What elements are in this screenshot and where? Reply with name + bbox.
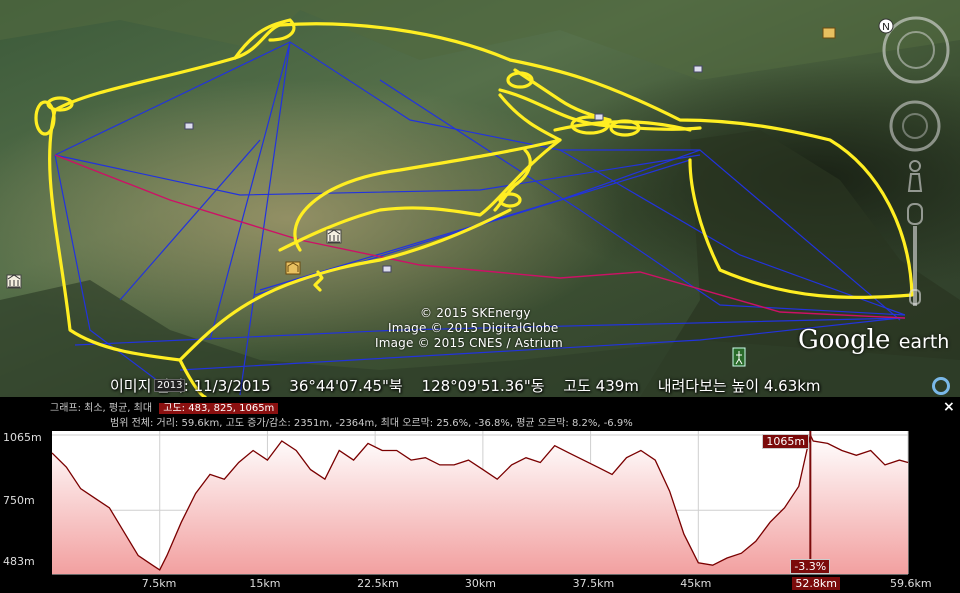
x-tick-label: 15km <box>249 577 281 590</box>
temple-icon[interactable] <box>285 261 301 275</box>
x-tick-label: 45km <box>680 577 712 590</box>
google-earth-logo: Google earth <box>798 325 950 355</box>
y-label-max: 1065m <box>3 431 42 444</box>
y-label-min: 483m <box>3 555 35 568</box>
attribution-digitalglobe: Image © 2015 DigitalGlobe <box>388 321 559 335</box>
street-view-pegman-icon[interactable] <box>907 160 923 192</box>
photo-icon[interactable] <box>382 265 392 273</box>
attribution-skenergy: © 2015 SKEnergy <box>420 306 531 320</box>
map-view[interactable]: N © 2015 SKEnergy Image © 2015 DigitalGl… <box>0 0 960 397</box>
x-tick-label: 7.5km <box>141 577 177 590</box>
museum-icon[interactable] <box>326 229 342 244</box>
marker-elevation-tag: 1065m <box>762 434 810 449</box>
museum-icon-west[interactable] <box>6 274 22 289</box>
photo-icon-ridge[interactable] <box>594 113 604 121</box>
navigation-controls: N <box>878 14 952 314</box>
eye-altitude: 내려다보는 높이 4.63km <box>657 377 821 395</box>
imagery-date: 이미지 날짜: 11/3/2015 <box>110 377 271 395</box>
elevation-profile-panel[interactable]: 그래프: 최소, 평균, 최대 고도: 483, 825, 1065m 범위 전… <box>0 397 960 593</box>
temple-icon-northeast[interactable] <box>822 27 836 39</box>
x-tick-label: 37.5km <box>572 577 615 590</box>
svg-text:N: N <box>882 22 889 33</box>
streaming-indicator-icon <box>932 377 950 395</box>
x-tick-label: 22.5km <box>357 577 399 590</box>
x-tick-label: 52.8km <box>792 577 840 590</box>
attribution-cnes: Image © 2015 CNES / Astrium <box>375 336 563 350</box>
hiker-icon[interactable] <box>732 347 746 367</box>
x-tick-label: 59.6km <box>890 577 932 590</box>
imagery-year-tag: 2013 <box>154 379 186 392</box>
ground-elevation: 고도 439m <box>563 377 639 395</box>
north-compass-icon[interactable]: N <box>878 18 894 34</box>
marker-slope-tag: -3.3% <box>790 559 831 574</box>
y-label-mid: 750m <box>3 494 35 507</box>
look-joystick-icon[interactable] <box>882 16 950 84</box>
x-tick-label: 30km <box>464 577 496 590</box>
latitude: 36°44'07.45"북 <box>289 377 403 395</box>
longitude: 128°09'51.36"동 <box>421 377 545 395</box>
move-joystick-icon[interactable] <box>889 100 941 152</box>
status-bar: 이미지 날짜: 11/3/2015 36°44'07.45"북 128°09'5… <box>110 375 835 396</box>
photo-icon-north[interactable] <box>693 65 703 73</box>
zoom-slider-icon[interactable] <box>907 203 923 306</box>
photo-icon-northwest[interactable] <box>184 122 194 130</box>
